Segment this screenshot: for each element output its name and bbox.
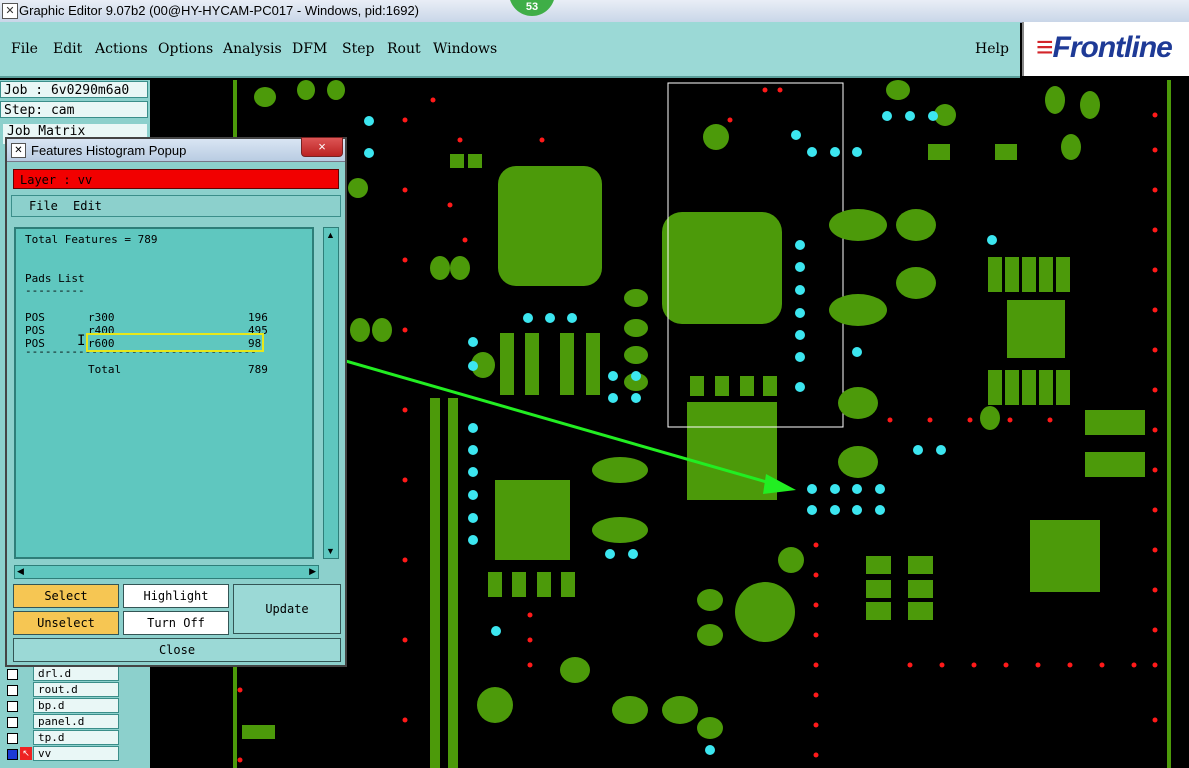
unselect-button[interactable]: Unselect [13, 611, 119, 635]
highlight-button[interactable]: Highlight [123, 584, 229, 608]
features-histogram-popup: ✕ Features Histogram Popup × Layer : vv … [5, 137, 347, 667]
text-cursor-icon: I [77, 333, 86, 349]
total-label: Total [88, 363, 122, 376]
row-polarity: POS [25, 324, 45, 337]
horizontal-scrollbar[interactable]: ◀ ▶ [14, 565, 319, 579]
popup-title-bar[interactable]: ✕ Features Histogram Popup × [7, 137, 345, 162]
scroll-left-icon[interactable]: ◀ [17, 566, 24, 577]
pads-list-underline: --------- [25, 284, 85, 297]
scroll-up-icon[interactable]: ▲ [326, 230, 335, 240]
row-count: 196 [248, 311, 268, 324]
total-value: 789 [248, 363, 268, 376]
popup-menu-bar: File Edit [11, 195, 341, 217]
popup-title: Features Histogram Popup [31, 143, 187, 158]
popup-app-icon: ✕ [11, 143, 26, 158]
layer-indicator: Layer : vv [13, 169, 339, 189]
turn-off-button[interactable]: Turn Off [123, 611, 229, 635]
total-features: Total Features = 789 [25, 233, 158, 246]
r600-highlight-box [86, 333, 264, 352]
scroll-right-icon[interactable]: ▶ [309, 566, 316, 577]
row-polarity: POS [25, 311, 45, 324]
row-symbol: r300 [88, 311, 115, 324]
update-button[interactable]: Update [233, 584, 341, 634]
popup-menu-file[interactable]: File [29, 199, 58, 213]
popup-menu-edit[interactable]: Edit [73, 199, 102, 213]
close-icon[interactable]: × [301, 137, 343, 157]
scroll-down-icon[interactable]: ▼ [326, 546, 335, 556]
vertical-scrollbar[interactable]: ▲ ▼ [323, 227, 339, 559]
histogram-text[interactable]: Total Features = 789 Pads List ---------… [14, 227, 314, 559]
select-button[interactable]: Select [13, 584, 119, 608]
close-button[interactable]: Close [13, 638, 341, 662]
